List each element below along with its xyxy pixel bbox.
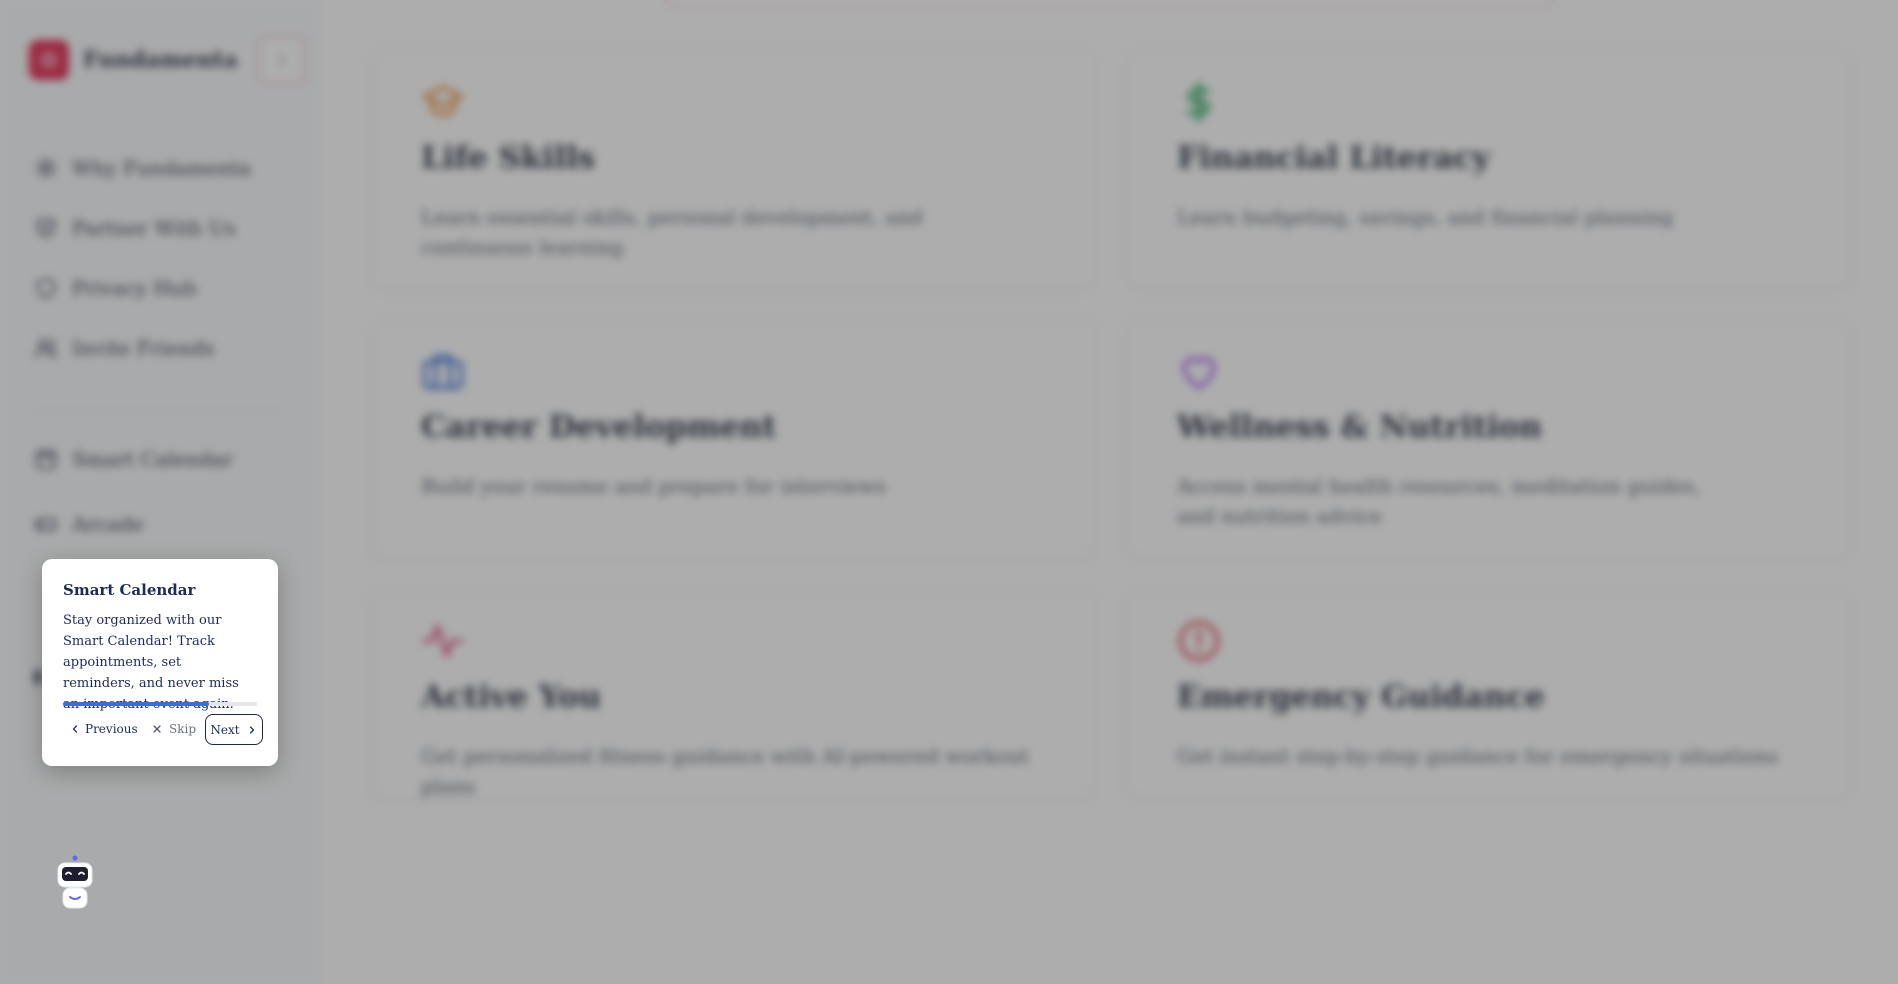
previous-button[interactable]: Previous <box>63 714 144 744</box>
previous-label: Previous <box>85 722 138 736</box>
robot-assistant-icon[interactable] <box>55 855 95 915</box>
skip-button[interactable]: Skip <box>151 714 197 744</box>
tour-popover: Smart Calendar Stay organized with our S… <box>42 559 278 766</box>
close-icon <box>151 723 163 735</box>
skip-label: Skip <box>169 722 197 736</box>
tour-backdrop[interactable] <box>0 0 1898 984</box>
chevron-left-icon <box>69 723 81 735</box>
tour-actions: Previous Skip Next <box>63 714 266 746</box>
tour-title: Smart Calendar <box>63 581 196 599</box>
tour-progress-fill <box>63 702 209 706</box>
tour-body: Stay organized with our Smart Calendar! … <box>63 613 239 712</box>
chevron-right-icon <box>246 724 258 736</box>
next-label: Next <box>210 722 240 737</box>
next-button[interactable]: Next <box>205 714 263 745</box>
tour-progress-bar <box>63 702 257 706</box>
